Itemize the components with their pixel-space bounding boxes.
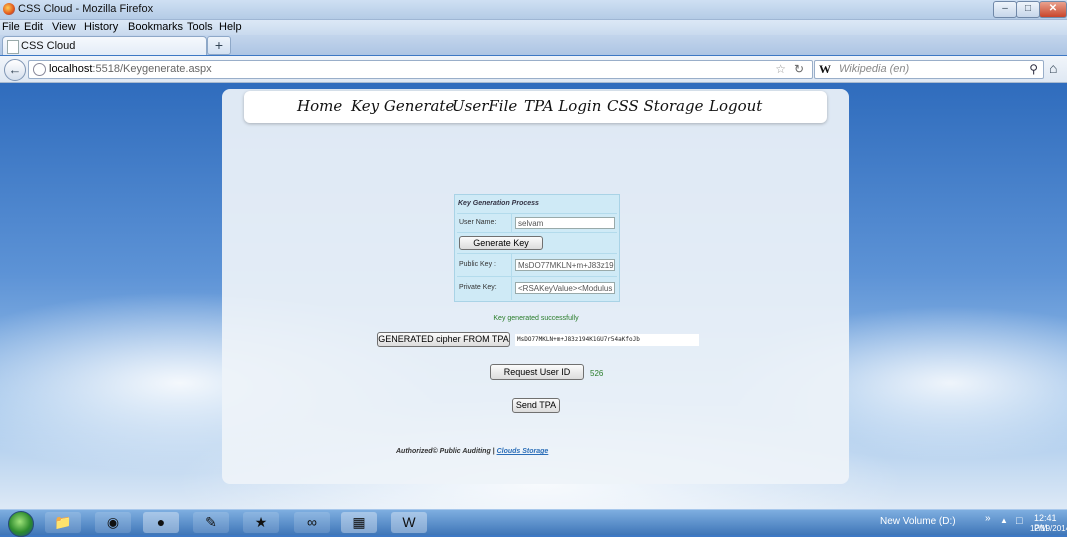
public-key-row: Public Key : MsDO77MKLN+m+J83z19 [457,253,617,276]
reload-icon[interactable]: ↻ [794,62,804,76]
private-key-row: Private Key: <RSAKeyValue><Modulus [457,276,617,300]
search-bar[interactable]: W Wikipedia (en) ⚲ [814,60,1044,79]
menu-help[interactable]: Help [219,21,242,33]
bookmark-star-icon[interactable]: ☆ [775,62,786,76]
tray-chevron-icon[interactable]: » [985,513,991,524]
address-bar[interactable]: localhost:5518/Keygenerate.aspx ☆ ↻ [28,60,813,79]
search-icon[interactable]: ⚲ [1029,62,1038,76]
generate-row: Generate Key [457,232,617,253]
chrome-icon[interactable]: ◉ [95,512,131,533]
footer-text: Authorized© Public Auditing | [396,448,497,455]
menu-view[interactable]: View [52,21,76,33]
success-message: Key generated successfully [493,315,579,322]
generated-cipher-button[interactable]: GENERATED cipher FROM TPA [377,332,510,347]
cipher-output: MsDO77MKLN+m+J83z194K1GU7r54aKfoJb [515,334,699,346]
tab-css-cloud[interactable]: CSS Cloud [2,36,207,55]
nav-css-storage[interactable]: CSS Storage [607,97,703,115]
nav-logout[interactable]: Logout [709,97,762,115]
windows-taskbar: 📁 ◉ ● ✎ ★ ∞ ▦ W New Volume (D:) » ▲ □ 12… [0,509,1067,537]
firefox-icon [3,3,15,15]
minimize-button[interactable]: – [993,1,1017,18]
tray-volume-label[interactable]: New Volume (D:) [880,516,956,527]
word-icon[interactable]: W [391,512,427,533]
start-button[interactable] [8,511,34,537]
home-icon[interactable]: ⌂ [1049,60,1057,76]
send-tpa-button[interactable]: Send TPA [512,398,560,413]
db-icon[interactable]: ∞ [294,512,330,533]
public-key-field[interactable]: MsDO77MKLN+m+J83z19 [515,259,615,271]
menu-history[interactable]: History [84,21,118,33]
maximize-button[interactable]: □ [1016,1,1040,18]
page-footer: Authorized© Public Auditing | Clouds Sto… [396,448,548,455]
nav-tpa-login[interactable]: TPA Login [524,97,601,115]
nav-userfile[interactable]: UserFile [452,97,517,115]
username-row: User Name: selvam [457,213,617,232]
clock-date[interactable]: 12/19/2014 [1030,524,1067,533]
clouds-storage-link[interactable]: Clouds Storage [497,448,549,455]
search-placeholder: Wikipedia (en) [839,63,910,75]
close-button[interactable]: ✕ [1039,1,1067,18]
page-viewport: Home Key Generate UserFile TPA Login CSS… [0,83,1067,509]
menu-edit[interactable]: Edit [24,21,43,33]
request-user-id-button[interactable]: Request User ID [490,364,584,380]
url-path: :5518/Keygenerate.aspx [92,63,212,75]
nav-home[interactable]: Home [297,97,342,115]
tab-bar: CSS Cloud + [0,35,1067,55]
user-id-value: 526 [590,369,604,378]
menu-bar: File Edit View History Bookmarks Tools H… [0,20,1067,35]
globe-icon [33,63,46,76]
public-key-label: Public Key : [459,261,496,268]
username-input[interactable]: selvam [515,217,615,229]
private-key-label: Private Key: [459,284,497,291]
key-generation-form: Key Generation Process User Name: selvam… [454,194,620,302]
paint-icon[interactable]: ★ [243,512,279,533]
form-caption: Key Generation Process [458,200,539,207]
nav-key-generate[interactable]: Key Generate [351,97,454,115]
window-title: CSS Cloud - Mozilla Firefox [18,3,154,15]
page-icon [7,40,19,54]
visual-studio-icon[interactable]: ▦ [341,512,377,533]
firefox-taskbar-icon[interactable]: ● [143,512,179,533]
content-panel: Home Key Generate UserFile TPA Login CSS… [222,89,849,484]
wikipedia-icon[interactable]: W [819,62,831,77]
notepad-icon[interactable]: ✎ [193,512,229,533]
new-tab-button[interactable]: + [207,36,231,55]
window-titlebar: CSS Cloud - Mozilla Firefox – □ ✕ [0,0,1067,20]
url-host: localhost [49,63,93,75]
site-navigation: Home Key Generate UserFile TPA Login CSS… [244,91,827,123]
private-key-field[interactable]: <RSAKeyValue><Modulus [515,282,615,294]
explorer-icon[interactable]: 📁 [45,512,81,533]
generate-key-button[interactable]: Generate Key [459,236,543,250]
back-button[interactable]: ← [4,59,26,81]
menu-file[interactable]: File [2,21,20,33]
username-label: User Name: [459,219,497,226]
menu-tools[interactable]: Tools [187,21,213,33]
tray-arrow-icon[interactable]: ▲ [1000,516,1008,525]
tab-title: CSS Cloud [21,40,76,52]
network-icon[interactable]: □ [1016,515,1023,527]
menu-bookmarks[interactable]: Bookmarks [128,21,183,33]
navigation-bar: ← localhost:5518/Keygenerate.aspx ☆ ↻ W … [0,56,1067,83]
